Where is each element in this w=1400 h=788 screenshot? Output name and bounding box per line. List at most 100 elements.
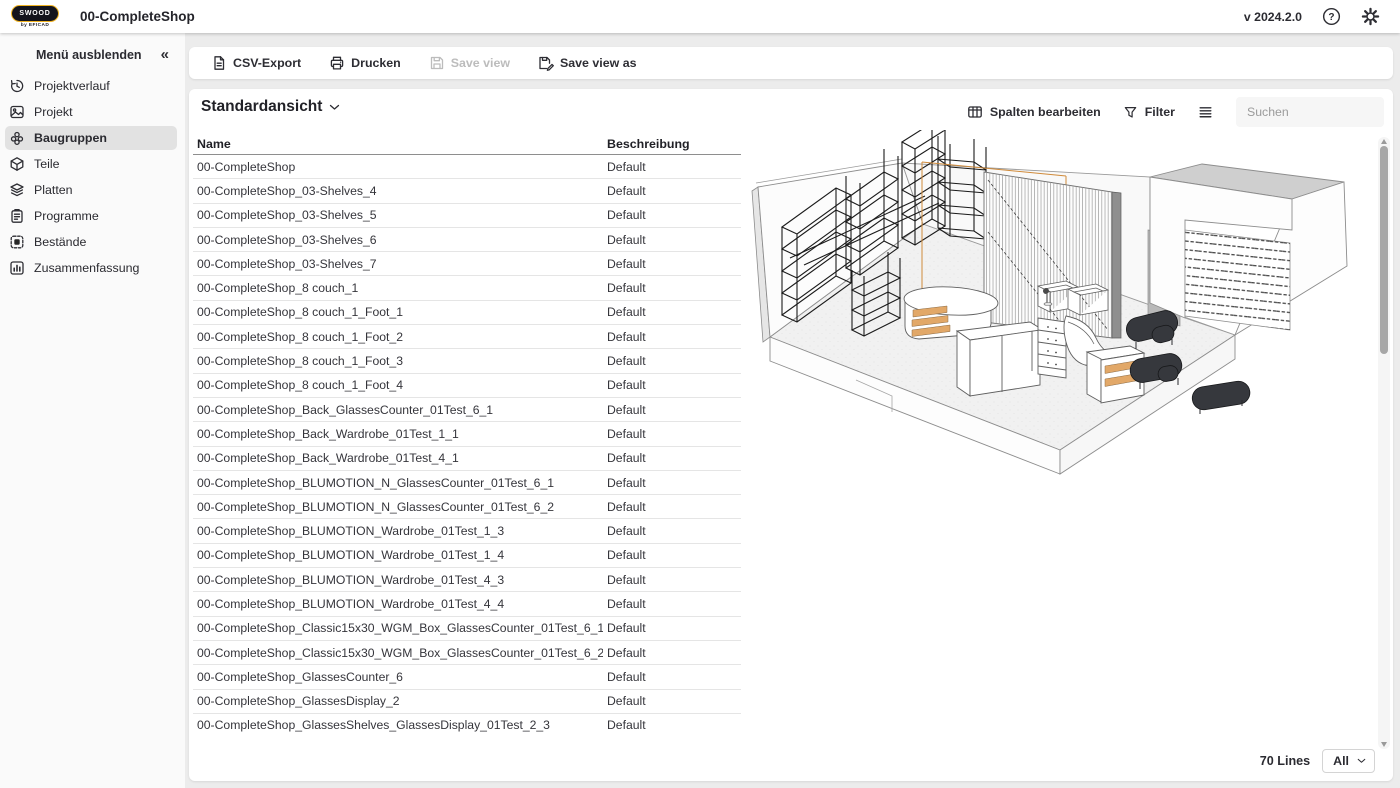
sidebar-item-baugruppen[interactable]: Baugruppen (5, 126, 177, 150)
scroll-up-icon[interactable] (1381, 139, 1387, 144)
sidebar-item-label: Teile (34, 157, 59, 171)
table-row[interactable]: 00-CompleteShop_BLUMOTION_Wardrobe_01Tes… (193, 519, 741, 543)
save-view-as-button[interactable]: Save view as (526, 47, 648, 79)
table-row[interactable]: 00-CompleteShop_GlassesShelves_GlassesDi… (193, 714, 741, 733)
table-row[interactable]: 00-CompleteShop_8 couch_1_Foot_2 Default (193, 325, 741, 349)
row-description-cell: Default (603, 330, 741, 344)
chevron-down-icon (329, 104, 340, 111)
scroll-down-icon[interactable] (1381, 742, 1387, 747)
help-icon[interactable]: ? (1322, 7, 1341, 26)
row-description-cell: Default (603, 451, 741, 465)
table-row[interactable]: 00-CompleteShop_8 couch_1 Default (193, 276, 741, 300)
row-density-button[interactable] (1197, 104, 1214, 121)
table-row[interactable]: 00-CompleteShop_03-Shelves_6 Default (193, 228, 741, 252)
scrollbar-thumb[interactable] (1380, 146, 1388, 354)
row-name-cell: 00-CompleteShop_03-Shelves_6 (193, 233, 603, 247)
column-header-name[interactable]: Name (193, 137, 603, 151)
sidebar-item-teile[interactable]: Teile (5, 152, 177, 176)
view-name: Standardansicht (201, 98, 322, 116)
lines-count: 70 Lines (1260, 754, 1310, 768)
row-description-cell: Default (603, 305, 741, 319)
search-input[interactable] (1236, 97, 1384, 127)
sidebar-item-projekt[interactable]: Projekt (5, 100, 177, 124)
row-description-cell: Default (603, 548, 741, 562)
stock-icon (9, 234, 25, 250)
table-header: Name Beschreibung (193, 133, 741, 155)
row-description-cell: Default (603, 646, 741, 660)
table-row[interactable]: 00-CompleteShop_8 couch_1_Foot_4 Default (193, 374, 741, 398)
row-name-cell: 00-CompleteShop_8 couch_1 (193, 281, 603, 295)
page-title: 00-CompleteShop (80, 9, 195, 24)
swood-logo-pill: SWOOD (11, 5, 59, 22)
csv-export-label: CSV-Export (233, 56, 301, 70)
row-name-cell: 00-CompleteShop_GlassesDisplay_2 (193, 694, 603, 708)
table-footer: 70 Lines All (1260, 749, 1375, 773)
image-icon (9, 104, 25, 120)
list-icon (1197, 104, 1214, 121)
row-description-cell: Default (603, 670, 741, 684)
row-description-cell: Default (603, 718, 741, 732)
table-row[interactable]: 00-CompleteShop_Back_Wardrobe_01Test_1_1… (193, 422, 741, 446)
table-row[interactable]: 00-CompleteShop_BLUMOTION_Wardrobe_01Tes… (193, 544, 741, 568)
filter-button[interactable]: Filter (1123, 105, 1175, 120)
gear-icon[interactable] (1361, 7, 1380, 26)
table-row[interactable]: 00-CompleteShop_03-Shelves_5 Default (193, 204, 741, 228)
sidebar-item-label: Platten (34, 183, 73, 197)
filter-icon (1123, 105, 1138, 120)
save-view-label: Save view (451, 56, 510, 70)
sidebar-item-label: Baugruppen (34, 131, 107, 145)
csv-export-button[interactable]: CSV-Export (199, 47, 313, 79)
row-name-cell: 00-CompleteShop_03-Shelves_4 (193, 184, 603, 198)
view-selector[interactable]: Standardansicht (201, 98, 340, 116)
main-area: CSV-Export Drucken Save view Save view a… (185, 33, 1400, 788)
table-row[interactable]: 00-CompleteShop_8 couch_1_Foot_3 Default (193, 349, 741, 373)
page-size-value: All (1333, 754, 1349, 768)
edit-columns-button[interactable]: Spalten bearbeiten (967, 104, 1101, 120)
table-row[interactable]: 00-CompleteShop_GlassesDisplay_2 Default (193, 690, 741, 714)
sidebar-item-programme[interactable]: Programme (5, 204, 177, 228)
table-row[interactable]: 00-CompleteShop_BLUMOTION_N_GlassesCount… (193, 471, 741, 495)
table-row[interactable]: 00-CompleteShop_03-Shelves_4 Default (193, 179, 741, 203)
collapse-menu-label[interactable]: Menü ausblenden (36, 48, 142, 62)
row-name-cell: 00-CompleteShop_8 couch_1_Foot_1 (193, 305, 603, 319)
content-card: Standardansicht Spalten bearbeiten Filte… (189, 89, 1393, 781)
sidebar-nav: Projektverlauf Projekt Baugruppen Teile … (0, 74, 185, 280)
sidebar-item-bestaende[interactable]: Bestände (5, 230, 177, 254)
row-name-cell: 00-CompleteShop_Classic15x30_WGM_Box_Gla… (193, 621, 603, 635)
table-row[interactable]: 00-CompleteShop_Back_GlassesCounter_01Te… (193, 398, 741, 422)
page-size-select[interactable]: All (1322, 749, 1375, 773)
assemblies-table: Name Beschreibung 00-CompleteShop Defaul… (193, 133, 741, 733)
row-description-cell: Default (603, 476, 741, 490)
table-row[interactable]: 00-CompleteShop_BLUMOTION_N_GlassesCount… (193, 495, 741, 519)
collapse-chevrons-icon[interactable]: « (161, 47, 169, 62)
sidebar-item-zusammenfassung[interactable]: Zusammenfassung (5, 256, 177, 280)
table-row[interactable]: 00-CompleteShop_Back_Wardrobe_01Test_4_1… (193, 447, 741, 471)
vertical-scrollbar[interactable] (1378, 137, 1390, 749)
table-row[interactable]: 00-CompleteShop_Classic15x30_WGM_Box_Gla… (193, 617, 741, 641)
top-bar: SWOOD by EFICAD 00-CompleteShop v 2024.2… (0, 0, 1400, 33)
table-row[interactable]: 00-CompleteShop Default (193, 155, 741, 179)
column-header-beschreibung[interactable]: Beschreibung (603, 137, 741, 151)
filter-label: Filter (1145, 105, 1175, 119)
table-row[interactable]: 00-CompleteShop_GlassesCounter_6 Default (193, 665, 741, 689)
sidebar-item-label: Programme (34, 209, 99, 223)
table-row[interactable]: 00-CompleteShop_Classic15x30_WGM_Box_Gla… (193, 641, 741, 665)
print-button[interactable]: Drucken (317, 47, 413, 79)
toolbar: CSV-Export Drucken Save view Save view a… (189, 47, 1393, 79)
row-description-cell: Default (603, 524, 741, 538)
layers-icon (9, 182, 25, 198)
sidebar-item-projektverlauf[interactable]: Projektverlauf (5, 74, 177, 98)
3d-preview[interactable] (745, 130, 1379, 760)
svg-text:?: ? (1328, 12, 1334, 23)
program-icon (9, 208, 25, 224)
sidebar-item-platten[interactable]: Platten (5, 178, 177, 202)
swood-logo: SWOOD by EFICAD (10, 5, 60, 28)
row-name-cell: 00-CompleteShop_03-Shelves_7 (193, 257, 603, 271)
logo-text: SWOOD (19, 10, 50, 17)
row-description-cell: Default (603, 621, 741, 635)
row-description-cell: Default (603, 378, 741, 392)
table-row[interactable]: 00-CompleteShop_03-Shelves_7 Default (193, 252, 741, 276)
table-row[interactable]: 00-CompleteShop_8 couch_1_Foot_1 Default (193, 301, 741, 325)
table-row[interactable]: 00-CompleteShop_BLUMOTION_Wardrobe_01Tes… (193, 592, 741, 616)
table-row[interactable]: 00-CompleteShop_BLUMOTION_Wardrobe_01Tes… (193, 568, 741, 592)
